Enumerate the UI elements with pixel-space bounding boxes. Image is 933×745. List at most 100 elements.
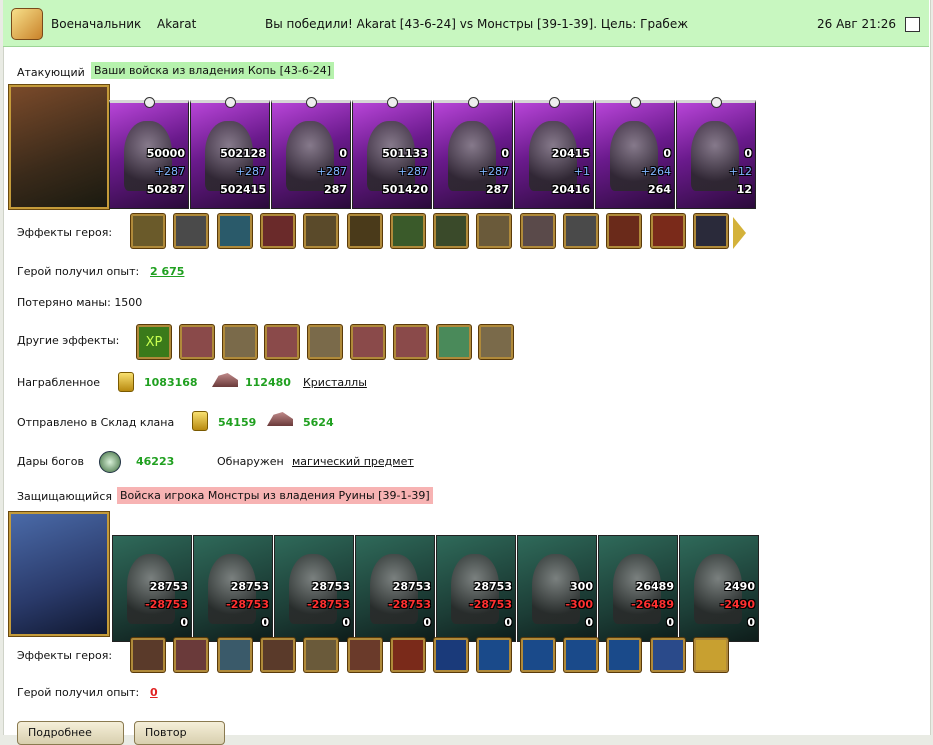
creature-portrait-icon	[610, 121, 658, 191]
frost-icon[interactable]	[434, 638, 469, 672]
unit-count-top: 26489	[635, 580, 674, 593]
sword-icon[interactable]	[308, 325, 343, 359]
found-item-link[interactable]: магический предмет	[292, 455, 414, 468]
details-button[interactable]: Подробнее	[17, 721, 124, 745]
hammer-icon[interactable]	[347, 638, 382, 672]
helm-icon[interactable]	[131, 638, 165, 672]
clan-ore: 5624	[303, 416, 334, 429]
crystal-icon[interactable]	[650, 638, 685, 672]
unit-count-top: 300	[570, 580, 593, 593]
frost-ring-icon[interactable]	[520, 638, 555, 672]
def-exp-label: Герой получил опыт:	[17, 686, 140, 699]
attacker-unit-card[interactable]: 50000 +287 50287	[109, 97, 189, 209]
loot-label: Награбленное	[17, 376, 100, 389]
unit-count-top: 2490	[724, 580, 755, 593]
attacker-unit-card[interactable]: 0 +287 287	[433, 97, 513, 209]
loot-gold: 1083168	[144, 376, 198, 389]
scroll-icon[interactable]	[650, 214, 685, 248]
header-role: Военачальник	[51, 17, 142, 31]
unit-count-bot: 0	[747, 616, 755, 629]
dwarf-icon[interactable]	[260, 638, 295, 672]
unit-count-mid: -28753	[145, 598, 188, 611]
unit-count-mid: -28753	[226, 598, 269, 611]
gold-frost-icon[interactable]	[693, 638, 728, 672]
unit-count-top: 28753	[311, 580, 350, 593]
amulet-icon[interactable]	[304, 214, 339, 248]
cloak-icon[interactable]	[693, 214, 728, 248]
unit-count-mid: +287	[397, 165, 428, 178]
mask-icon[interactable]	[390, 214, 425, 248]
xp-icon[interactable]: XP	[137, 325, 171, 359]
attacker-unit-card[interactable]: 502128 +287 502415	[190, 97, 270, 209]
unit-count-top: 28753	[392, 580, 431, 593]
fist-sword-icon[interactable]	[351, 325, 385, 359]
frost-hammer-icon[interactable]	[607, 638, 642, 672]
attacker-unit-card[interactable]: 501133 +287 501420	[352, 97, 432, 209]
attacker-unit-card[interactable]: 20415 +1 20416	[514, 97, 594, 209]
green-sword-icon[interactable]	[436, 325, 471, 359]
attacker-unit-card[interactable]: 0 +264 264	[595, 97, 675, 209]
ring-icon[interactable]	[477, 214, 512, 248]
unit-count-bot: 264	[648, 183, 671, 196]
unit-count-bot: 0	[423, 616, 431, 629]
helm-icon[interactable]	[131, 214, 165, 248]
att-exp-value[interactable]: 2 675	[150, 265, 184, 278]
gold-icon	[192, 411, 208, 431]
attacker-unit-card[interactable]: 0 +12 12	[676, 97, 756, 209]
shield-icon[interactable]	[217, 638, 252, 672]
creature-portrait-icon	[286, 121, 334, 191]
sword-icon[interactable]	[479, 325, 514, 359]
unit-count-bot: 50287	[146, 183, 185, 196]
attacker-unit-card[interactable]: 0 +287 287	[271, 97, 351, 209]
sword-icon[interactable]	[564, 214, 598, 248]
skull-icon[interactable]	[260, 214, 295, 248]
header-player[interactable]: Akarat	[157, 17, 196, 31]
frost-armor-icon[interactable]	[477, 638, 512, 672]
clan-label: Отправлено в Склад клана	[17, 416, 175, 429]
armor-icon[interactable]	[174, 214, 209, 248]
select-checkbox[interactable]	[905, 17, 920, 32]
skull-icon	[468, 97, 479, 108]
gifts-value: 46223	[136, 455, 175, 468]
def-effects-label: Эффекты героя:	[17, 649, 113, 662]
loot-crystals-link[interactable]: Кристаллы	[303, 376, 367, 389]
dagger-icon[interactable]	[520, 214, 555, 248]
emblem-icon[interactable]	[607, 214, 642, 248]
armor-icon[interactable]	[304, 638, 339, 672]
defender-hero-portrait[interactable]	[9, 512, 109, 636]
def-exp-value[interactable]: 0	[150, 686, 158, 699]
unit-count-bot: 0	[585, 616, 593, 629]
defender-unit-card[interactable]: 28753 -28753 0	[112, 535, 192, 642]
defender-unit-card[interactable]: 300 -300 0	[517, 535, 597, 642]
arrow-icon[interactable]	[174, 638, 209, 672]
shield-icon[interactable]	[217, 214, 252, 248]
defender-unit-card[interactable]: 2490 -2490 0	[679, 535, 759, 642]
fist-sword-icon[interactable]	[179, 325, 214, 359]
boots-icon[interactable]	[434, 214, 469, 248]
scroll-right-arrow-icon[interactable]	[733, 217, 746, 249]
unit-count-mid: +1	[573, 165, 590, 178]
beast-icon[interactable]	[390, 638, 425, 672]
attacker-hero-portrait[interactable]	[9, 85, 109, 209]
frost-axe-icon[interactable]	[564, 638, 598, 672]
sword-icon[interactable]	[222, 325, 257, 359]
defender-unit-card[interactable]: 28753 -28753 0	[193, 535, 273, 642]
unit-count-top: 28753	[473, 580, 512, 593]
gods-gift-icon	[99, 451, 121, 473]
gloves-icon[interactable]	[347, 214, 382, 248]
unit-count-mid: +12	[728, 165, 752, 178]
skull-icon	[387, 97, 398, 108]
replay-button[interactable]: Повтор	[134, 721, 225, 745]
fist-sword-icon[interactable]	[393, 325, 428, 359]
loot-ore: 112480	[245, 376, 291, 389]
fist-sword-icon[interactable]	[265, 325, 300, 359]
defender-unit-card[interactable]: 28753 -28753 0	[355, 535, 435, 642]
defender-unit-card[interactable]: 28753 -28753 0	[436, 535, 516, 642]
att-exp-label: Герой получил опыт:	[17, 265, 140, 278]
defender-unit-card[interactable]: 26489 -26489 0	[598, 535, 678, 642]
skull-icon	[306, 97, 317, 108]
defender-label: Защищающийся	[17, 490, 112, 503]
report-header: Военачальник Akarat Вы победили! Akarat …	[3, 0, 929, 47]
unit-count-mid: +287	[154, 165, 185, 178]
defender-unit-card[interactable]: 28753 -28753 0	[274, 535, 354, 642]
